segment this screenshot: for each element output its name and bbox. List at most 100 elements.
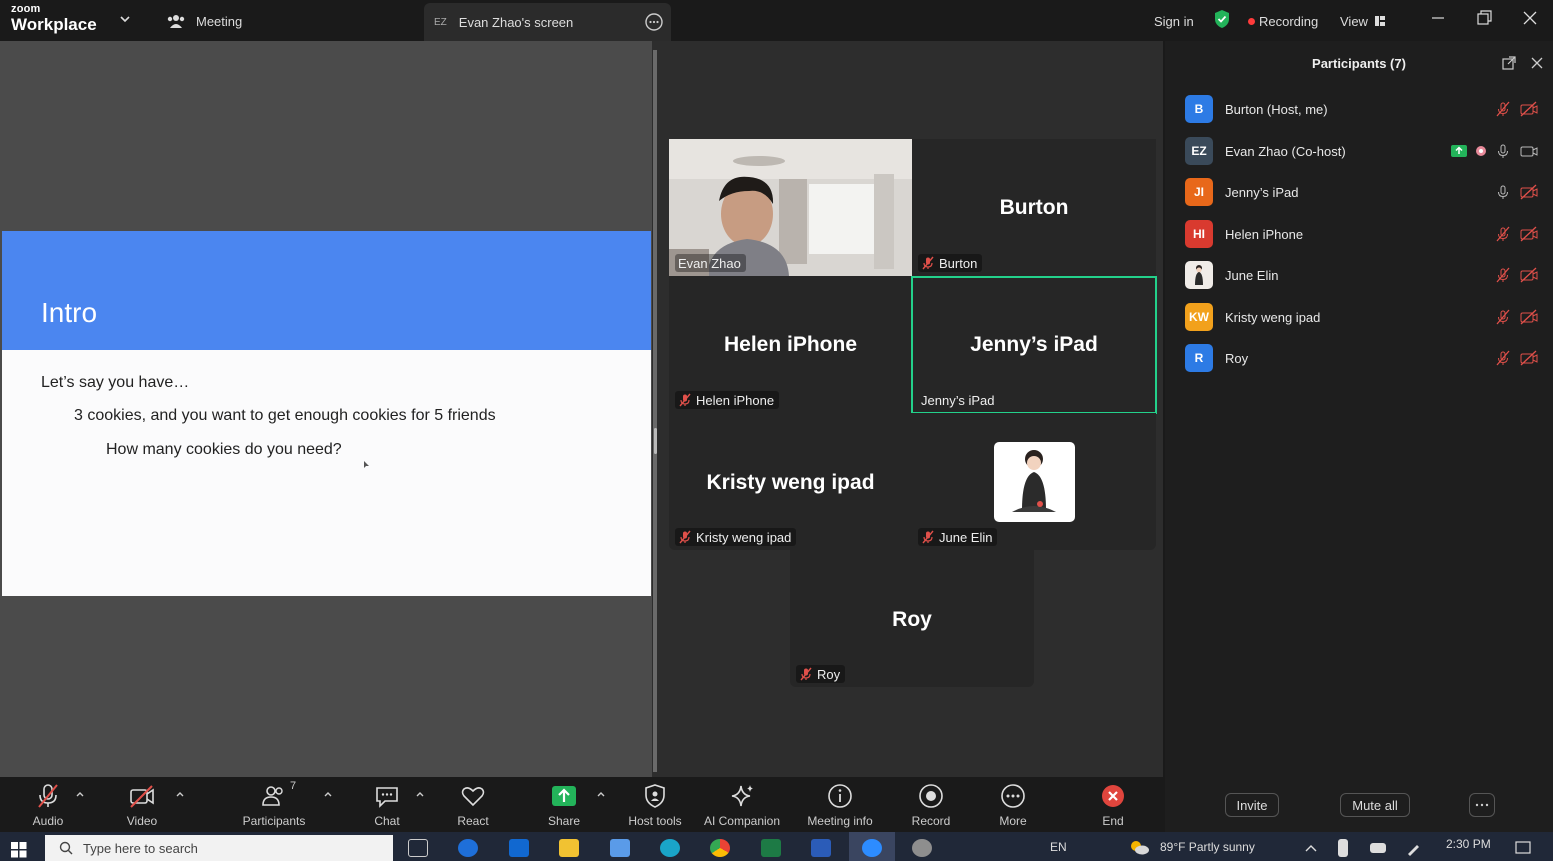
video-tile-burton[interactable]: Burton Burton [912, 139, 1156, 276]
participant-name: Kristy weng ipad [1225, 309, 1321, 325]
chat-label: Chat [374, 814, 400, 828]
react-button[interactable]: React [428, 782, 518, 830]
battery-icon[interactable] [1338, 839, 1348, 857]
recording-label: Recording [1259, 13, 1319, 29]
split-divider[interactable] [653, 50, 657, 772]
participant-name-label: Helen iPhone [675, 391, 780, 409]
video-button[interactable]: Video [97, 782, 187, 830]
roy-label-text: Roy [817, 666, 841, 682]
zoom-logo[interactable]: zoom Workplace [11, 4, 97, 34]
store-icon[interactable] [610, 839, 630, 857]
windows-start-icon[interactable] [11, 842, 27, 858]
notifications-icon[interactable] [1515, 841, 1531, 855]
video-off-icon[interactable] [1519, 350, 1539, 366]
chevron-up-icon[interactable] [596, 789, 606, 799]
teamviewer-icon[interactable] [458, 839, 478, 857]
taskbar-search-box[interactable]: Type here to search [45, 835, 393, 861]
weather-icon[interactable] [1128, 838, 1150, 856]
host-tools-button[interactable]: Host tools [610, 782, 700, 830]
participant-row-evan-zhao[interactable]: EZ Evan Zhao (Co-host) [1185, 136, 1545, 166]
minimize-icon[interactable] [1428, 8, 1448, 28]
chrome-icon[interactable] [710, 839, 730, 857]
tab-meeting[interactable]: Meeting [166, 10, 242, 32]
mic-muted-icon[interactable] [1495, 309, 1511, 325]
ellipsis-icon [1475, 803, 1489, 807]
restore-icon[interactable] [1474, 8, 1494, 28]
chevron-down-icon[interactable] [118, 12, 132, 26]
meeting-info-button[interactable]: Meeting info [795, 782, 885, 830]
edge-icon[interactable] [660, 839, 680, 857]
end-meeting-button[interactable]: End [1068, 782, 1158, 830]
close-icon[interactable] [1520, 8, 1540, 28]
mic-icon[interactable] [1495, 143, 1511, 159]
shield-check-icon[interactable] [1213, 9, 1231, 29]
info-icon [828, 784, 852, 808]
close-panel-icon[interactable] [1529, 55, 1545, 71]
pen-icon[interactable] [1405, 841, 1421, 857]
video-icon[interactable] [1519, 143, 1539, 159]
participant-name-label: Evan Zhao [675, 254, 746, 272]
chevron-up-icon[interactable] [1305, 844, 1317, 852]
more-options-button[interactable] [1469, 793, 1495, 817]
participants-panel: Participants (7) B Burton (Host, me) EZ … [1165, 41, 1553, 832]
chevron-up-icon[interactable] [323, 789, 333, 799]
tab-shared-screen[interactable]: EZ Evan Zhao's screen [424, 3, 671, 41]
clock-time[interactable]: 2:30 PM [1446, 837, 1491, 851]
participant-row-burton[interactable]: B Burton (Host, me) [1185, 94, 1545, 124]
more-options-icon[interactable] [645, 13, 663, 31]
video-tile-kristy-weng-ipad[interactable]: Kristy weng ipad Kristy weng ipad [669, 413, 912, 550]
sign-in-button[interactable]: Sign in [1154, 10, 1194, 32]
participants-button[interactable]: 7 Participants [229, 780, 319, 830]
paint-icon[interactable] [912, 839, 932, 857]
participant-row-kristy-weng-ipad[interactable]: KW Kristy weng ipad [1185, 302, 1545, 332]
mic-muted-icon [800, 667, 812, 681]
video-tile-june-elin[interactable]: June Elin [912, 413, 1156, 550]
mute-all-button[interactable]: Mute all [1340, 793, 1410, 817]
participant-row-helen-iphone[interactable]: HI Helen iPhone [1185, 219, 1545, 249]
ai-companion-label: AI Companion [703, 814, 781, 828]
language-indicator[interactable]: EN [1050, 840, 1067, 854]
network-icon[interactable] [1370, 843, 1386, 853]
record-button[interactable]: Record [886, 782, 976, 830]
end-call-icon [1102, 785, 1124, 807]
mic-muted-icon[interactable] [1495, 101, 1511, 117]
participant-name: Burton (Host, me) [1225, 101, 1328, 117]
ai-companion-button[interactable]: AI Companion [697, 782, 787, 830]
video-tile-roy[interactable]: Roy Roy [790, 550, 1034, 687]
word-icon[interactable] [811, 839, 831, 857]
video-off-icon[interactable] [1519, 267, 1539, 283]
excel-icon[interactable] [761, 839, 781, 857]
participant-row-roy[interactable]: R Roy [1185, 343, 1545, 373]
pop-out-icon[interactable] [1501, 55, 1517, 71]
video-off-icon[interactable] [1519, 184, 1539, 200]
mic-muted-icon [922, 530, 934, 544]
divider-drag-handle[interactable] [654, 428, 657, 454]
more-button[interactable]: More [968, 782, 1058, 830]
video-tile-evan-zhao[interactable]: Evan Zhao [669, 139, 912, 276]
participant-name: June Elin [1225, 267, 1279, 283]
mic-icon[interactable] [1495, 184, 1511, 200]
audio-label: Audio [32, 814, 64, 828]
mic-muted-icon[interactable] [1495, 267, 1511, 283]
task-view-icon[interactable] [408, 839, 428, 857]
video-off-icon[interactable] [1519, 101, 1539, 117]
recording-indicator[interactable]: Recording [1248, 10, 1318, 32]
outlook-icon[interactable] [509, 839, 529, 857]
slide-line-2: 3 cookies, and you want to get enough co… [74, 407, 496, 424]
video-tile-helen-iphone[interactable]: Helen iPhone Helen iPhone [669, 276, 912, 413]
participant-row-june-elin[interactable]: June Elin [1185, 260, 1545, 290]
view-button[interactable]: View [1340, 10, 1386, 32]
chevron-up-icon[interactable] [175, 789, 185, 799]
weather-text[interactable]: 89°F Partly sunny [1160, 840, 1255, 854]
video-off-icon[interactable] [1519, 309, 1539, 325]
chevron-up-icon[interactable] [75, 789, 85, 799]
invite-button[interactable]: Invite [1225, 793, 1279, 817]
mic-muted-icon [38, 784, 58, 808]
participant-row-jennys-ipad[interactable]: JI Jenny’s iPad [1185, 177, 1545, 207]
file-explorer-icon[interactable] [559, 839, 579, 857]
meeting-controls-toolbar: Audio Video 7 Participants Chat React Sh… [0, 777, 1165, 832]
mic-muted-icon[interactable] [1495, 350, 1511, 366]
chevron-up-icon[interactable] [415, 789, 425, 799]
video-off-icon[interactable] [1519, 226, 1539, 242]
mic-muted-icon[interactable] [1495, 226, 1511, 242]
